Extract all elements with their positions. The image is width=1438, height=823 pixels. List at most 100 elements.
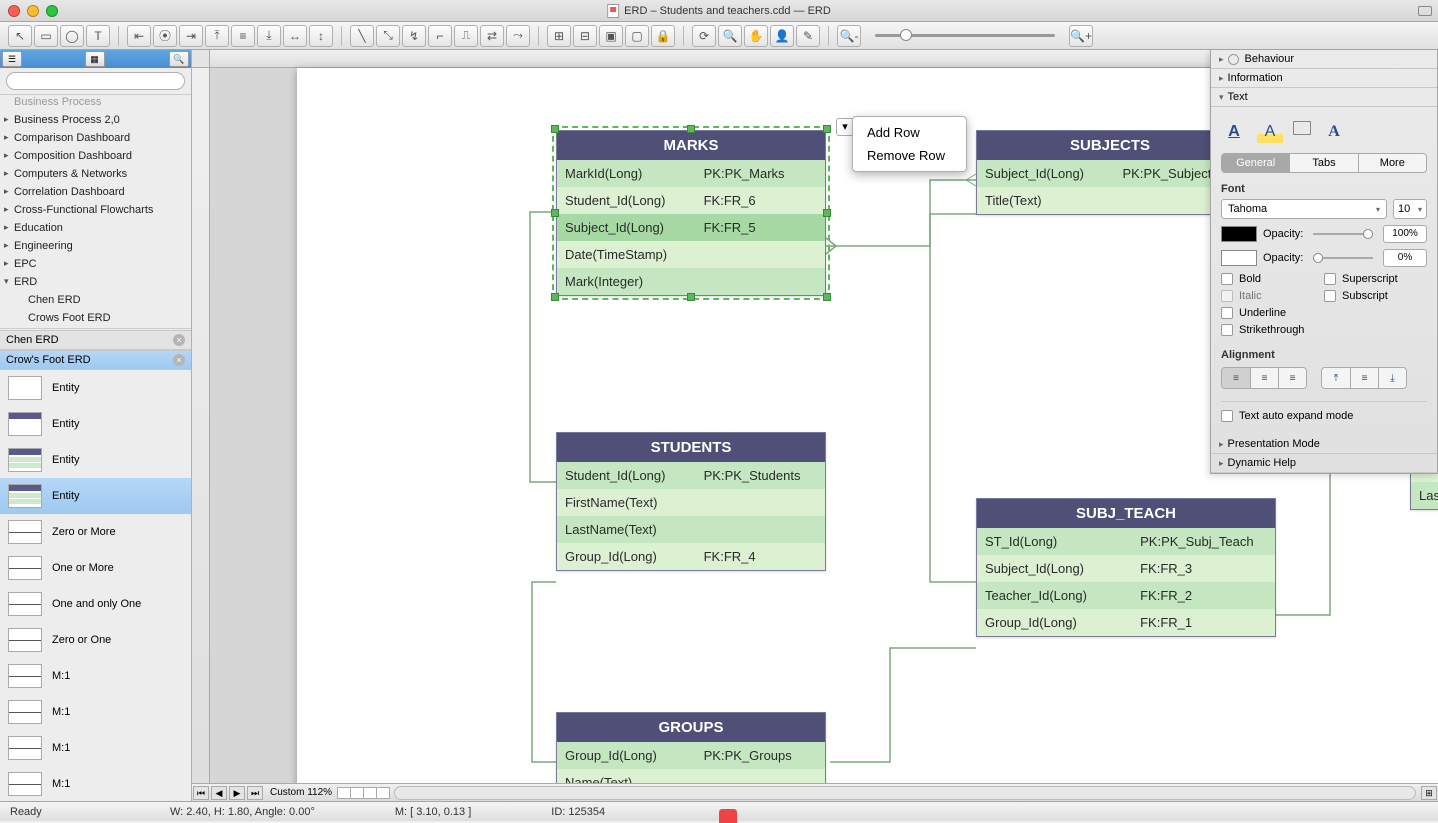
zoom-out-button[interactable]: 🔍- (837, 25, 861, 47)
props-section-presentation[interactable]: Presentation Mode (1211, 435, 1437, 454)
entity-subjects[interactable]: SUBJECTS Subject_Id(Long)PK:PK_Subjects … (976, 130, 1244, 215)
align-left-button[interactable]: ≡ (1222, 368, 1250, 388)
entity-row[interactable]: Student_Id(Long)PK:PK_Students (557, 462, 825, 489)
template-m-1[interactable]: M:1 (0, 766, 191, 801)
strike-checkbox[interactable] (1221, 324, 1233, 336)
entity-row[interactable]: Group_Id(Long)FK:FR_1 (977, 609, 1275, 636)
entity-row[interactable]: ST_Id(Long)PK:PK_Subj_Teach (977, 528, 1275, 555)
template-zero-or-more[interactable]: Zero or More (0, 514, 191, 550)
entity-row[interactable]: Group_Id(Long)FK:FR_4 (557, 543, 825, 570)
back-tool[interactable]: ▢ (625, 25, 649, 47)
text-tool[interactable]: T (86, 25, 110, 47)
group-tool[interactable]: ⊞ (547, 25, 571, 47)
font-family-select[interactable]: Tahoma (1221, 199, 1387, 219)
minimize-window-button[interactable] (27, 5, 39, 17)
scroll-right-button[interactable]: ⊞ (1421, 786, 1437, 800)
text-opacity-slider[interactable] (1313, 233, 1373, 235)
entity-row[interactable]: Group_Id(Long)PK:PK_Groups (557, 742, 825, 769)
entity-marks[interactable]: MARKS MarkId(Long)PK:PK_Marks Student_Id… (556, 130, 826, 296)
connector-tool-1[interactable]: ╲ (350, 25, 374, 47)
edit-tool[interactable]: ✎ (796, 25, 820, 47)
tree-item-erd[interactable]: ERD (0, 273, 191, 291)
close-section-button[interactable]: × (173, 334, 185, 346)
underline-checkbox[interactable] (1221, 307, 1233, 319)
section-crowsfoot-erd[interactable]: Crow's Foot ERD × (0, 350, 191, 370)
entity-subj-teach[interactable]: SUBJ_TEACH ST_Id(Long)PK:PK_Subj_Teach S… (976, 498, 1276, 637)
scroll-last-button[interactable]: ⏭ (247, 786, 263, 800)
zoom-slider[interactable] (875, 34, 1055, 37)
props-section-behaviour[interactable]: Behaviour (1211, 50, 1437, 69)
close-window-button[interactable] (8, 5, 20, 17)
entity-row[interactable]: Mark(Integer) (557, 268, 825, 295)
tree-item[interactable]: EPC (0, 255, 191, 273)
scroll-first-button[interactable]: ⏮ (193, 786, 209, 800)
entity-row[interactable]: Subject_Id(Long)FK:FR_5 (557, 214, 825, 241)
sidebar-tab-search[interactable]: 🔍 (169, 51, 189, 67)
subtab-general[interactable]: General (1222, 154, 1289, 172)
align-bottom-tool[interactable]: ⤓ (257, 25, 281, 47)
scroll-next-button[interactable]: ▶ (229, 786, 245, 800)
connector-tool-4[interactable]: ⌐ (428, 25, 452, 47)
distribute-h-tool[interactable]: ↔ (283, 25, 307, 47)
fullscreen-button[interactable] (1418, 6, 1432, 16)
entity-row[interactable]: LastName(Text) (1411, 482, 1438, 509)
template-zero-or-one[interactable]: Zero or One (0, 622, 191, 658)
align-top-button[interactable]: ⤒ (1322, 368, 1350, 388)
align-bottom-button[interactable]: ⤓ (1378, 368, 1406, 388)
tree-item[interactable]: Correlation Dashboard (0, 183, 191, 201)
template-m-1[interactable]: M:1 (0, 658, 191, 694)
entity-row[interactable]: Teacher_Id(Long)FK:FR_2 (977, 582, 1275, 609)
template-entity[interactable]: Entity (0, 370, 191, 406)
connector-tool-3[interactable]: ↯ (402, 25, 426, 47)
props-section-dynamic-help[interactable]: Dynamic Help (1211, 454, 1437, 473)
connector-tool-7[interactable]: ⤳ (506, 25, 530, 47)
entity-row[interactable]: Date(TimeStamp) (557, 241, 825, 268)
template-m-1[interactable]: M:1 (0, 694, 191, 730)
tree-item[interactable]: Computers & Networks (0, 165, 191, 183)
template-one-or-more[interactable]: One or More (0, 550, 191, 586)
align-right-button[interactable]: ≡ (1278, 368, 1306, 388)
subtab-tabs[interactable]: Tabs (1289, 154, 1357, 172)
library-search-input[interactable] (6, 72, 185, 90)
refresh-tool[interactable]: ⟳ (692, 25, 716, 47)
auto-expand-checkbox[interactable] (1221, 410, 1233, 422)
props-section-text[interactable]: Text (1211, 88, 1437, 107)
zoom-level-label[interactable]: Custom 112% (264, 787, 338, 798)
bg-opacity-slider[interactable] (1313, 257, 1373, 259)
italic-checkbox[interactable] (1221, 290, 1233, 302)
tree-item[interactable]: Comparison Dashboard (0, 129, 191, 147)
pan-tool[interactable]: ✋ (744, 25, 768, 47)
zoom-in-button[interactable]: 🔍+ (1069, 25, 1093, 47)
zoom-tool[interactable]: 🔍 (718, 25, 742, 47)
template-entity[interactable]: Entity (0, 478, 191, 514)
vertical-ruler[interactable] (192, 68, 210, 783)
format-underline-icon[interactable]: A (1221, 121, 1247, 143)
text-color-swatch[interactable] (1221, 226, 1257, 242)
superscript-checkbox[interactable] (1324, 273, 1336, 285)
zoom-window-button[interactable] (46, 5, 58, 17)
tree-item[interactable]: Education (0, 219, 191, 237)
bg-opacity-value[interactable]: 0% (1383, 249, 1427, 267)
align-top-tool[interactable]: ⤒ (205, 25, 229, 47)
connector-tool-2[interactable]: ⤡ (376, 25, 400, 47)
ellipse-tool[interactable]: ◯ (60, 25, 84, 47)
entity-row[interactable]: FirstName(Text) (557, 489, 825, 516)
user-tool[interactable]: 👤 (770, 25, 794, 47)
bold-checkbox[interactable] (1221, 273, 1233, 285)
sidebar-tab-tree[interactable]: ☰ (2, 51, 22, 67)
tree-item[interactable]: Composition Dashboard (0, 147, 191, 165)
front-tool[interactable]: ▣ (599, 25, 623, 47)
entity-row[interactable]: Subject_Id(Long)FK:FR_3 (977, 555, 1275, 582)
close-section-button[interactable]: × (173, 354, 185, 366)
subtab-more[interactable]: More (1358, 154, 1426, 172)
text-opacity-value[interactable]: 100% (1383, 225, 1427, 243)
align-middle-tool[interactable]: ≡ (231, 25, 255, 47)
sidebar-tab-grid[interactable]: ▦ (85, 51, 105, 67)
scrollbar-track[interactable] (394, 786, 1416, 800)
align-middle-button[interactable]: ≡ (1350, 368, 1378, 388)
align-center-button[interactable]: ≡ (1250, 368, 1278, 388)
entity-row[interactable]: Title(Text) (977, 187, 1243, 214)
tree-item-crowsfoot-erd[interactable]: Crows Foot ERD (0, 309, 191, 327)
format-highlight-icon[interactable]: A (1257, 121, 1283, 143)
entity-row[interactable]: MarkId(Long)PK:PK_Marks (557, 160, 825, 187)
